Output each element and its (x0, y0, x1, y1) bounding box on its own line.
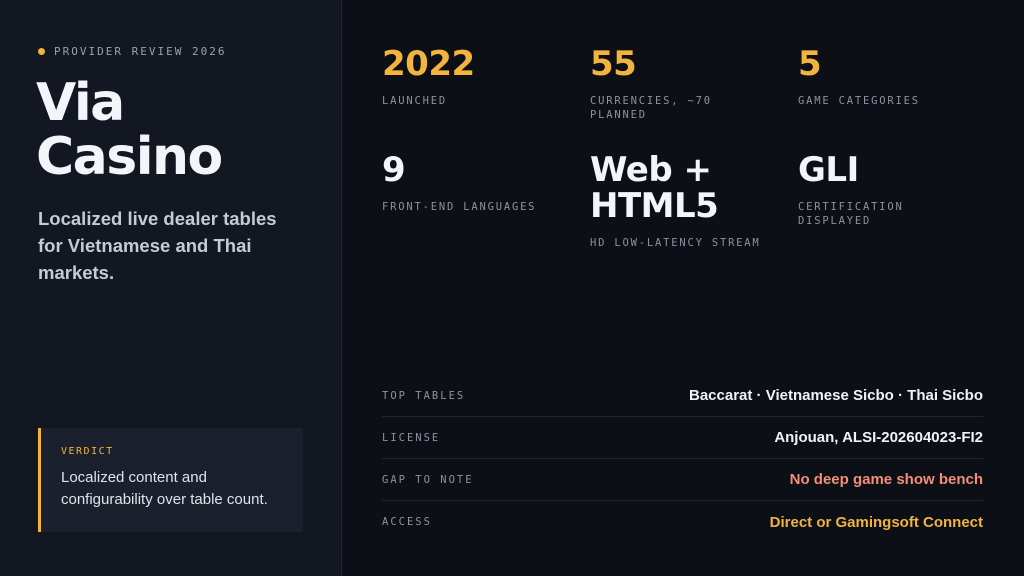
accent-dot-icon (38, 48, 45, 55)
stat-value: 2022 (382, 44, 475, 84)
right-panel: 2022 LAUNCHED 55 CURRENCIES, ~70 PLANNED… (342, 0, 1024, 576)
title-line-2: Casino (36, 127, 223, 187)
stat-stream: Web + HTML5 HD LOW-LATENCY STREAM (590, 152, 770, 250)
detail-row-top-tables: TOP TABLES Baccarat · Vietnamese Sicbo ·… (382, 375, 983, 417)
stat-label: FRONT-END LANGUAGES (382, 201, 537, 213)
kicker-text: PROVIDER REVIEW 2026 (54, 45, 227, 58)
stat-value: 9 (382, 150, 406, 190)
details-list: TOP TABLES Baccarat · Vietnamese Sicbo ·… (382, 375, 983, 543)
verdict-card: VERDICT Localized content and configurab… (38, 428, 303, 532)
detail-label: GAP TO NOTE (382, 473, 474, 486)
detail-value: No deep game show bench (789, 471, 983, 488)
detail-row-gap: GAP TO NOTE No deep game show bench (382, 459, 983, 501)
page-title: Via Casino (36, 76, 326, 184)
left-panel: PROVIDER REVIEW 2026 Via Casino Localize… (0, 0, 342, 576)
detail-value: Baccarat · Vietnamese Sicbo · Thai Sicbo (689, 387, 983, 404)
stat-label: GAME CATEGORIES (798, 95, 920, 107)
stat-label: LAUNCHED (382, 95, 447, 107)
stat-label: HD LOW-LATENCY STREAM (590, 237, 761, 249)
stat-label: CURRENCIES, ~70 PLANNED (590, 95, 712, 121)
detail-row-license: LICENSE Anjouan, ALSI-202604023-FI2 (382, 417, 983, 459)
stat-value: Web + HTML5 (590, 150, 719, 226)
stat-launched: 2022 LAUNCHED (382, 46, 572, 108)
detail-label: TOP TABLES (382, 389, 466, 402)
stat-currencies: 55 CURRENCIES, ~70 PLANNED (590, 46, 740, 122)
verdict-label: VERDICT (61, 446, 114, 457)
detail-row-access: ACCESS Direct or Gamingsoft Connect (382, 501, 983, 543)
detail-label: LICENSE (382, 431, 441, 444)
stat-value: 55 (590, 44, 637, 84)
detail-value: Direct or Gamingsoft Connect (769, 513, 983, 531)
detail-label: ACCESS (382, 516, 432, 528)
stat-game-categories: 5 GAME CATEGORIES (798, 46, 988, 108)
stat-certification: GLI CERTIFICATION DISPLAYED (798, 152, 948, 228)
subtitle: Localized live dealer tables for Vietnam… (38, 208, 277, 283)
stat-value: 5 (798, 44, 822, 84)
stat-value: GLI (798, 150, 859, 190)
stat-languages: 9 FRONT-END LANGUAGES (382, 152, 572, 214)
title-line-1: Via (36, 73, 125, 133)
kicker: PROVIDER REVIEW 2026 (38, 45, 226, 58)
detail-value: Anjouan, ALSI-202604023-FI2 (774, 429, 983, 446)
stat-label: CERTIFICATION DISPLAYED (798, 201, 904, 227)
verdict-text: Localized content and configurability ov… (61, 469, 268, 508)
